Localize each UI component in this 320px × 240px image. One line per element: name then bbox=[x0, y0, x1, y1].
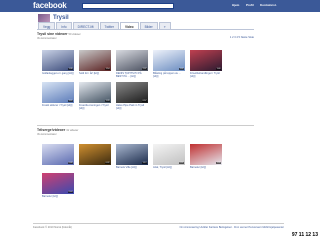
facebook-logo[interactable]: facebook bbox=[33, 1, 67, 10]
video-card[interactable]: 2:37 DENIS TUPITSYN PÅ BEST PÅ ... [HQ] bbox=[116, 50, 148, 78]
footer: Facebook © 2010 Norsk (bokmål) Om Annons… bbox=[33, 223, 284, 231]
video-duration: 2:37 bbox=[142, 68, 147, 70]
video-thumbnail[interactable]: 1:38 bbox=[42, 50, 74, 71]
tab-wall[interactable]: Vegg bbox=[38, 22, 56, 29]
video-duration: 0:44 bbox=[68, 191, 73, 193]
video-card[interactable]: 1:28 Freeride-treningen i Trysil [HQ] bbox=[79, 82, 111, 110]
video-thumbnail[interactable]: 0:32 bbox=[79, 144, 111, 165]
videos-section: Trysil sine videoer 50 videoer Vis komme… bbox=[37, 32, 254, 40]
uploads-section-title: Trilserge!videoer 31 videoer bbox=[37, 128, 254, 132]
profile-name[interactable]: Trysil bbox=[53, 15, 69, 21]
video-card[interactable]: 1:38 Golfanlegget er i gang [HQ] bbox=[42, 50, 74, 78]
video-card[interactable]: 1:12 Barnets Ville [HQ] bbox=[116, 144, 148, 169]
videos-title-text[interactable]: Trysil sine videoer bbox=[37, 32, 68, 36]
tab-more[interactable]: » bbox=[158, 22, 171, 29]
video-title[interactable]: DENIS TUPITSYN PÅ BEST PÅ ... [HQ] bbox=[116, 72, 148, 78]
video-card[interactable]: 1:40 Frisørbehandlinger i Trysil [HQ] bbox=[190, 50, 222, 78]
video-title[interactable]: Halve Pipe Park in Trysil [HQ] bbox=[116, 104, 148, 110]
video-duration: 1:02 bbox=[179, 68, 184, 70]
nav-home[interactable]: Hjem bbox=[232, 3, 239, 7]
video-duration: 1:54 bbox=[105, 68, 110, 70]
video-title[interactable]: Sold for i år! [HQ] bbox=[79, 72, 111, 75]
video-title[interactable]: Blåsting på toppen av ... [HQ] bbox=[153, 72, 185, 78]
video-title[interactable]: Barnets Ville [HQ] bbox=[116, 166, 148, 169]
video-thumbnail[interactable]: 0:57 bbox=[116, 82, 148, 103]
top-bar: facebook Hjem Profil Kontoinnst. bbox=[0, 0, 320, 12]
nav-profile[interactable]: Profil bbox=[246, 3, 254, 7]
tab-divider bbox=[37, 29, 254, 30]
footer-links[interactable]: Om Annonsering Utvikler Karriere Betinge… bbox=[179, 226, 284, 229]
video-duration: 0:48 bbox=[68, 162, 73, 164]
video-duration: 0:32 bbox=[105, 162, 110, 164]
search-input[interactable] bbox=[82, 3, 174, 9]
video-thumbnail[interactable]: 0:51 bbox=[153, 144, 185, 165]
section-divider bbox=[37, 125, 254, 126]
uploads-section: Trilserge!videoer 31 videoer Vis komment… bbox=[37, 128, 254, 136]
video-card[interactable]: 0:51 Arial, Trysil [HQ] bbox=[153, 144, 185, 169]
video-thumbnail[interactable]: 2:37 bbox=[116, 50, 148, 71]
uploads-count: 31 videoer bbox=[66, 129, 79, 132]
video-thumbnail[interactable]: 1:28 bbox=[79, 82, 111, 103]
video-title[interactable]: Freski skiturer i Trysil [HQ] bbox=[42, 104, 74, 107]
video-duration: 2:11 bbox=[68, 100, 73, 102]
video-card[interactable]: 0:48 bbox=[42, 144, 74, 169]
video-duration: 1:05 bbox=[216, 162, 221, 164]
video-thumbnail[interactable]: 1:02 bbox=[153, 50, 185, 71]
video-thumbnail[interactable]: 0:44 bbox=[42, 173, 74, 194]
video-card[interactable]: 1:05 Barnetur [HQ] bbox=[190, 144, 222, 169]
footer-copyright[interactable]: Facebook © 2010 Norsk (bokmål) bbox=[33, 226, 72, 229]
video-title[interactable]: Frisørbehandlinger i Trysil [HQ] bbox=[190, 72, 222, 78]
video-duration: 1:12 bbox=[142, 162, 147, 164]
video-duration: 1:38 bbox=[68, 68, 73, 70]
tab-direct-lift[interactable]: DIRECT-lift bbox=[72, 22, 99, 29]
video-title[interactable]: Barnetur [HQ] bbox=[42, 195, 74, 198]
videos-subtitle[interactable]: Vis kommentarer bbox=[37, 37, 254, 40]
video-card[interactable]: 0:57 Halve Pipe Park in Trysil [HQ] bbox=[116, 82, 148, 110]
video-duration: 1:40 bbox=[216, 68, 221, 70]
video-title[interactable]: Barnetur [HQ] bbox=[190, 166, 222, 169]
videos-pager[interactable]: 1 2 3 4 5 Neste Siste bbox=[230, 36, 254, 39]
tab-twitter[interactable]: Twitter bbox=[99, 22, 119, 29]
video-card[interactable]: 0:44 Barnetur [HQ] bbox=[42, 173, 74, 198]
video-card[interactable]: 2:11 Freski skiturer i Trysil [HQ] bbox=[42, 82, 74, 110]
video-thumbnail[interactable]: 0:48 bbox=[42, 144, 74, 165]
video-thumbnail[interactable]: 1:54 bbox=[79, 50, 111, 71]
video-duration: 1:28 bbox=[105, 100, 110, 102]
video-thumbnail[interactable]: 2:11 bbox=[42, 82, 74, 103]
video-duration: 0:57 bbox=[142, 100, 147, 102]
video-duration: 0:51 bbox=[179, 162, 184, 164]
uploads-subtitle[interactable]: Vis kommentarer bbox=[37, 133, 254, 136]
videos-grid: 1:38 Golfanlegget er i gang [HQ] 1:54 Sold … bbox=[42, 50, 222, 110]
video-thumbnail[interactable]: 1:12 bbox=[116, 144, 148, 165]
video-card[interactable]: 0:32 bbox=[79, 144, 111, 169]
video-card[interactable]: 1:54 Sold for i år! [HQ] bbox=[79, 50, 111, 78]
tab-video[interactable]: Video bbox=[119, 22, 139, 29]
videos-section-title: Trysil sine videoer 50 videoer bbox=[37, 32, 254, 36]
uploads-grid: 0:48 0:32 1:12 Barnets Ville [HQ] 0:51 Arial,… bbox=[42, 144, 222, 198]
video-thumbnail[interactable]: 1:05 bbox=[190, 144, 222, 165]
video-title[interactable]: Freeride-treningen i Trysil [HQ] bbox=[79, 104, 111, 110]
video-title[interactable]: Golfanlegget er i gang [HQ] bbox=[42, 72, 74, 75]
system-clock: 97 11 12 13 bbox=[291, 232, 318, 238]
video-title[interactable]: Arial, Trysil [HQ] bbox=[153, 166, 185, 169]
nav-account[interactable]: Kontoinnst. bbox=[260, 3, 277, 7]
video-thumbnail[interactable]: 1:40 bbox=[190, 50, 222, 71]
uploads-title-text[interactable]: Trilserge!videoer bbox=[37, 128, 65, 132]
tab-photos[interactable]: Bilder bbox=[139, 22, 158, 29]
videos-count: 50 videoer bbox=[68, 33, 81, 36]
video-card[interactable]: 1:02 Blåsting på toppen av ... [HQ] bbox=[153, 50, 185, 78]
tab-info[interactable]: Info bbox=[56, 22, 72, 29]
profile-page: Trysil Vegg Info DIRECT-lift Twitter Vid… bbox=[37, 12, 282, 217]
